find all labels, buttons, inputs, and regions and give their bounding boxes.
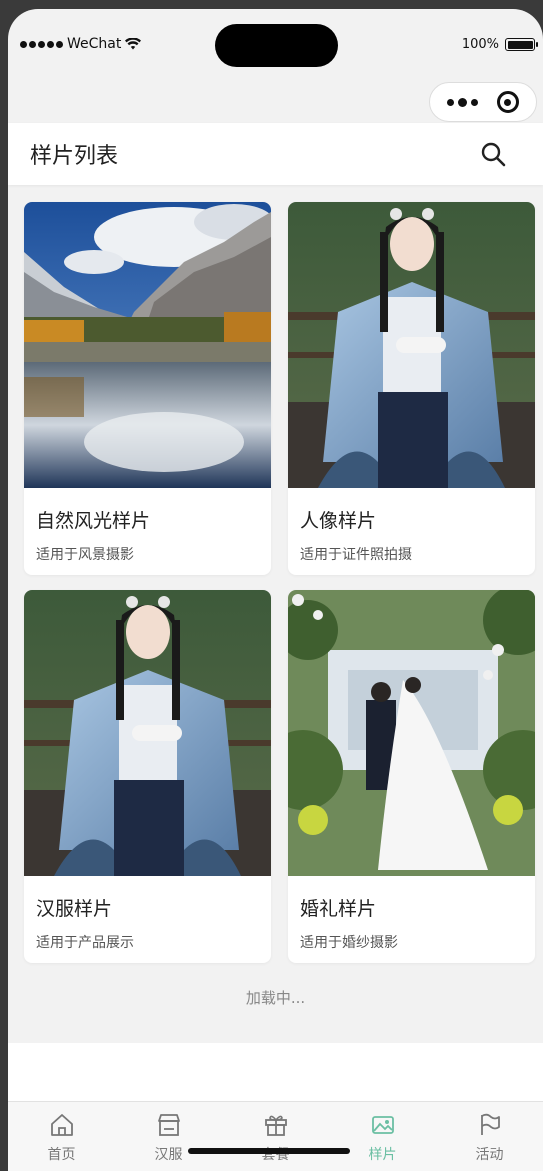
- store-icon: [157, 1114, 180, 1136]
- loading-indicator: 加载中...: [245, 989, 306, 1007]
- gift-icon: [264, 1115, 287, 1136]
- sample-card[interactable]: 婚礼样片 适用于婚纱摄影: [288, 590, 535, 963]
- sample-desc: 适用于婚纱摄影: [300, 935, 398, 951]
- sample-name: 汉服样片: [36, 898, 113, 920]
- page-header: 样片列表: [8, 123, 543, 185]
- tab-hanfu[interactable]: 汉服: [115, 1102, 222, 1171]
- tab-label: 汉服: [154, 1147, 183, 1163]
- sample-card[interactable]: 人像样片 适用于证件照拍摄: [288, 202, 535, 575]
- battery-icon: [505, 38, 538, 51]
- sample-desc: 适用于产品展示: [36, 935, 134, 951]
- sample-name: 自然风光样片: [36, 510, 151, 532]
- bottom-tabbar: 首页 汉服 套餐 样片 活动: [8, 1101, 543, 1171]
- image-icon: [371, 1116, 394, 1134]
- close-miniprogram-icon[interactable]: [496, 91, 519, 113]
- battery-status: 100%: [461, 37, 538, 52]
- sample-image-landscape: [24, 202, 271, 488]
- home-icon: [50, 1114, 73, 1136]
- sample-desc: 适用于证件照拍摄: [300, 547, 412, 563]
- sample-name: 婚礼样片: [300, 898, 377, 920]
- more-icon[interactable]: [447, 97, 479, 107]
- signal-icon: [20, 40, 63, 48]
- tab-activity[interactable]: 活动: [436, 1102, 543, 1171]
- sample-card[interactable]: 汉服样片 适用于产品展示: [24, 590, 271, 963]
- tab-samples[interactable]: 样片: [329, 1102, 436, 1171]
- carrier-label: WeChat: [67, 36, 122, 52]
- miniprogram-capsule: [429, 82, 537, 122]
- page-title: 样片列表: [30, 144, 119, 169]
- sample-image-hanfu: [24, 590, 271, 876]
- carrier: WeChat: [20, 36, 142, 52]
- content-footer: [8, 1043, 543, 1101]
- sample-image-portrait: [288, 202, 535, 488]
- status-bar: WeChat 100%: [8, 9, 543, 79]
- search-icon[interactable]: [479, 140, 507, 168]
- tab-package[interactable]: 套餐: [222, 1102, 329, 1171]
- tab-home[interactable]: 首页: [8, 1102, 115, 1171]
- flag-icon: [480, 1113, 500, 1135]
- dynamic-island: [215, 24, 338, 67]
- battery-percent: 100%: [461, 37, 499, 52]
- phone-screen: WeChat 100% 样片列表 自然风光样片 适用于风景摄影 人像样片 适用于…: [8, 9, 543, 1171]
- sample-image-wedding: [288, 590, 535, 876]
- tab-label: 活动: [475, 1147, 504, 1163]
- tab-label: 样片: [368, 1147, 397, 1163]
- sample-desc: 适用于风景摄影: [36, 547, 134, 563]
- tab-label: 套餐: [261, 1147, 290, 1163]
- sample-name: 人像样片: [300, 510, 377, 532]
- sample-card[interactable]: 自然风光样片 适用于风景摄影: [24, 202, 271, 575]
- home-indicator: [188, 1148, 350, 1154]
- wifi-icon: [125, 38, 142, 50]
- tab-label: 首页: [47, 1147, 76, 1163]
